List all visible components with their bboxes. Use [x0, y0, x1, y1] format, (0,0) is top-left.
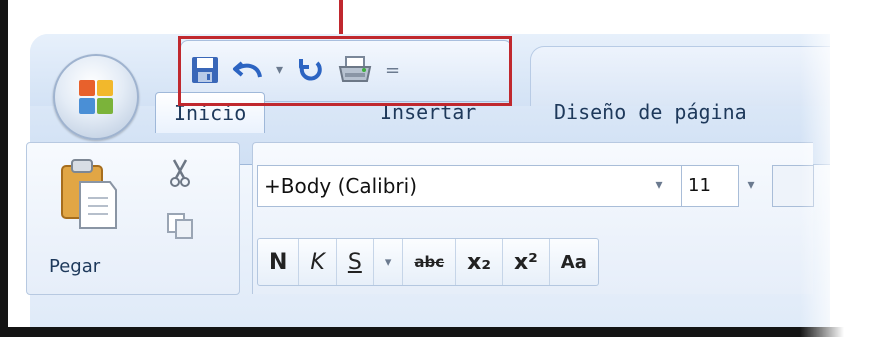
print-icon[interactable]	[337, 55, 373, 85]
strikethrough-button[interactable]: abc	[403, 239, 457, 285]
font-name-dropdown-icon[interactable]: ▾	[644, 165, 674, 205]
office-button[interactable]	[53, 54, 139, 140]
torn-edge-fade	[800, 0, 880, 337]
undo-dropdown-icon[interactable]: ▾	[276, 62, 283, 78]
office-logo-icon	[79, 80, 113, 114]
cut-icon[interactable]	[168, 158, 192, 192]
underline-dropdown-icon[interactable]: ▾	[374, 239, 404, 285]
quick-access-icons: ▾ =	[190, 50, 400, 90]
undo-icon[interactable]	[232, 57, 264, 83]
customize-qat-icon[interactable]: =	[385, 60, 400, 81]
font-size-field[interactable]: 11	[681, 165, 739, 207]
underline-button[interactable]: S	[337, 239, 374, 285]
format-toolbar: N K S ▾ abc x₂ x² Aa	[257, 238, 599, 286]
screen-frame-bottom	[0, 327, 880, 337]
superscript-button[interactable]: x²	[503, 239, 550, 285]
redo-icon[interactable]	[295, 55, 325, 85]
change-case-button[interactable]: Aa	[550, 239, 598, 285]
font-name-field[interactable]: +Body (Calibri)	[257, 165, 683, 207]
callout-pointer-line	[339, 0, 343, 36]
screen-frame-left	[0, 0, 8, 337]
paste-label[interactable]: Pegar	[49, 256, 100, 277]
paste-icon[interactable]	[58, 158, 118, 234]
copy-icon[interactable]	[166, 212, 194, 244]
subscript-button[interactable]: x₂	[456, 239, 503, 285]
tab-diseno-de-pagina[interactable]: Diseño de página	[554, 92, 747, 132]
save-icon[interactable]	[190, 55, 220, 85]
italic-button[interactable]: K	[299, 239, 337, 285]
bold-button[interactable]: N	[258, 239, 300, 285]
font-size-dropdown-icon[interactable]: ▾	[736, 165, 766, 205]
